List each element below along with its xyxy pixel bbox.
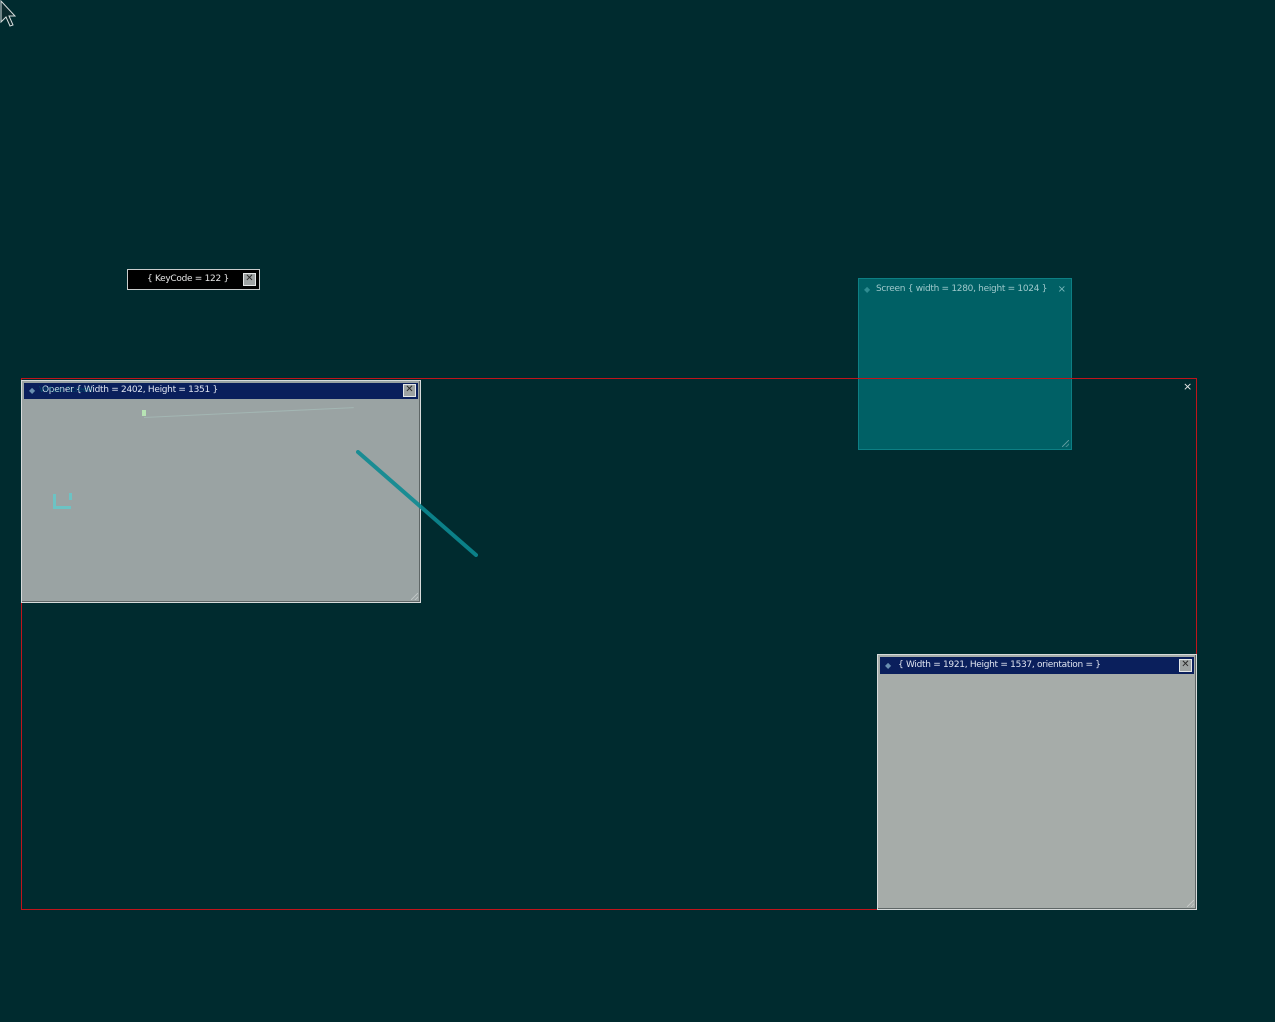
keycode-window-close-button[interactable]: ✕ <box>243 273 256 286</box>
close-icon: ✕ <box>1181 659 1190 670</box>
virtual-screen-label: Virtual Screen <box>39 385 93 394</box>
window-icon: ◆ <box>29 386 36 395</box>
close-icon: ✕ <box>405 384 414 395</box>
virtual-screen-close-button[interactable]: × <box>1183 381 1192 393</box>
window-icon: ◆ <box>885 661 892 670</box>
bracket-icon <box>53 493 72 509</box>
window-icon: ◆ <box>864 285 871 294</box>
faint-guide-line <box>143 407 354 418</box>
mouse-cursor-icon <box>0 0 16 27</box>
small-marker <box>142 410 146 416</box>
keycode-window[interactable]: { KeyCode = 122 } ✕ <box>127 269 260 290</box>
orientation-window[interactable]: ◆ { Width = 1921, Height = 1537, orienta… <box>877 654 1197 910</box>
diagonal-line <box>356 450 478 557</box>
close-icon: ✕ <box>245 273 254 284</box>
resize-grip-icon[interactable] <box>411 593 418 600</box>
screen-window-close-button[interactable]: × <box>1058 282 1066 297</box>
resize-grip-icon[interactable] <box>1187 900 1194 907</box>
orientation-window-title: { Width = 1921, Height = 1537, orientati… <box>898 660 1101 670</box>
keycode-window-title: { KeyCode = 122 } <box>147 274 229 284</box>
opener-window-close-button[interactable]: ✕ <box>403 384 416 397</box>
orientation-window-titlebar[interactable]: ◆ { Width = 1921, Height = 1537, orienta… <box>880 657 1194 674</box>
orientation-window-close-button[interactable]: ✕ <box>1179 659 1192 672</box>
opener-window-titlebar[interactable]: ◆ Opener { Width = 2402, Height = 1351 }… <box>24 383 418 399</box>
screen-window-title: Screen { width = 1280, height = 1024 } <box>876 284 1048 294</box>
